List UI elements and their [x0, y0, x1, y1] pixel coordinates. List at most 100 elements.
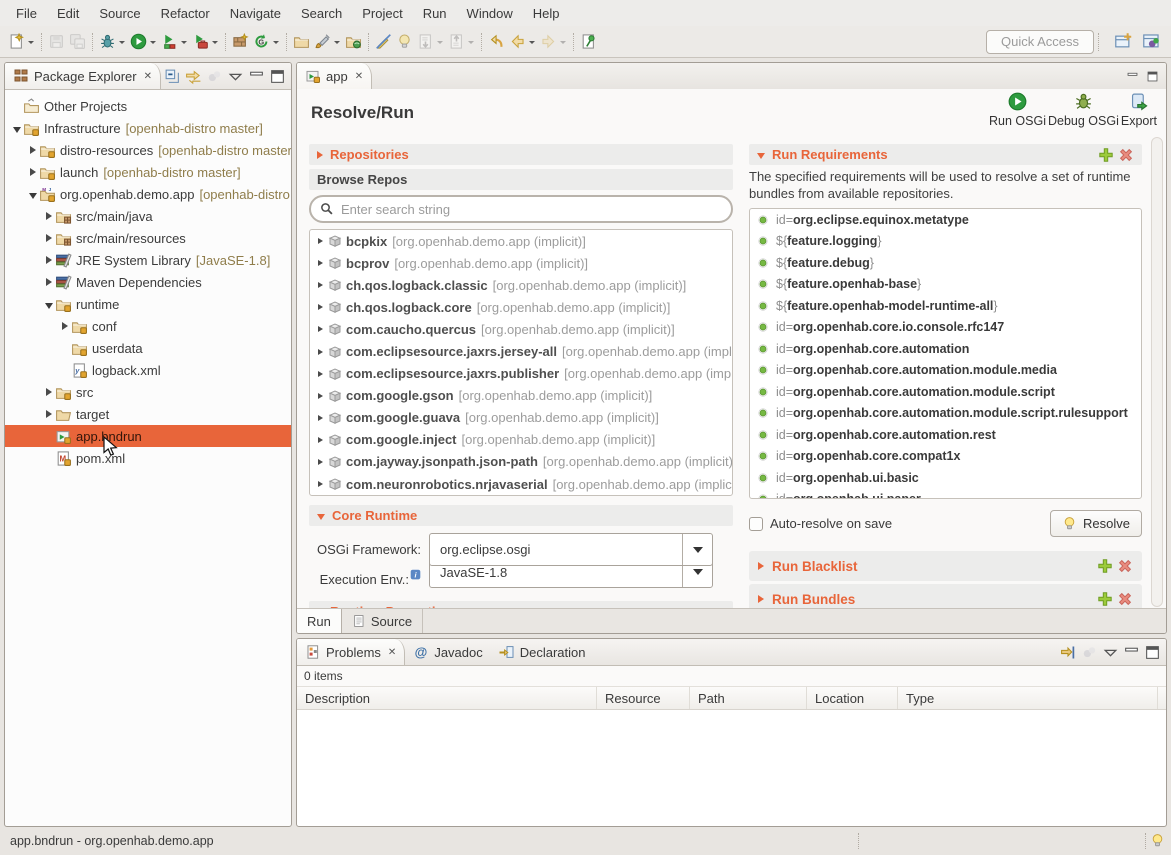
dropdown-arrow-icon[interactable] [119, 41, 125, 47]
dropdown-arrow-icon[interactable] [150, 41, 156, 47]
expander-closed-icon[interactable] [315, 349, 326, 355]
maximize-icon[interactable] [1144, 644, 1161, 661]
debug-osgi-button[interactable]: Debug OSGi [1047, 92, 1120, 128]
coverage-button[interactable] [159, 30, 190, 54]
focus-on-active-task-icon[interactable] [1081, 644, 1098, 661]
requirement-item[interactable]: id=org.eclipse.equinox.metatype [750, 209, 1141, 231]
expander-closed-icon[interactable] [315, 238, 326, 244]
expander-closed-icon[interactable] [315, 459, 326, 465]
repo-item[interactable]: com.google.gson[org.openhab.demo.app (im… [310, 385, 732, 407]
expander-closed-icon[interactable] [315, 393, 326, 399]
tree-item-conf[interactable]: conf [5, 315, 291, 337]
remove-blacklist-icon[interactable] [1117, 558, 1133, 574]
expander-closed-icon[interactable] [43, 278, 55, 286]
new-wizard-button[interactable] [6, 30, 37, 54]
debug-button[interactable] [97, 30, 128, 54]
tree-item-jre-system-library[interactable]: JRE System Library[JavaSE-1.8] [5, 249, 291, 271]
maximize-icon[interactable] [269, 68, 286, 85]
previous-annotation-button[interactable] [446, 30, 477, 54]
menu-run[interactable]: Run [413, 2, 457, 25]
expander-closed-icon[interactable] [27, 168, 39, 176]
tree-item-logback-xml[interactable]: ylogback.xml [5, 359, 291, 381]
menu-search[interactable]: Search [291, 2, 352, 25]
expander-closed-icon[interactable] [315, 371, 326, 377]
expander-closed-icon[interactable] [43, 388, 55, 396]
close-icon[interactable]: ✕ [388, 647, 396, 658]
section-core-runtime[interactable]: Core Runtime [309, 505, 733, 526]
column-path[interactable]: Path [690, 687, 807, 709]
expander-open-icon[interactable] [11, 124, 23, 133]
minimize-icon[interactable] [1125, 70, 1140, 83]
expander-closed-icon[interactable] [59, 322, 71, 330]
menu-file[interactable]: File [6, 2, 47, 25]
tree-item-app-bndrun[interactable]: app.bndrun [5, 425, 291, 447]
section-run-requirements[interactable]: Run Requirements [749, 144, 1142, 165]
tab-problems[interactable]: Problems✕ [297, 639, 405, 665]
dropdown-arrow-icon[interactable] [529, 41, 535, 47]
view-menu-icon[interactable] [227, 68, 244, 85]
add-blacklist-icon[interactable] [1097, 558, 1113, 574]
open-task-button[interactable] [291, 30, 312, 54]
maximize-icon[interactable] [1145, 70, 1160, 83]
vertical-scrollbar[interactable] [1151, 137, 1163, 607]
java-perspective-button[interactable] [1140, 30, 1163, 54]
tree-item-userdata[interactable]: userdata [5, 337, 291, 359]
combo-arrow[interactable] [682, 534, 712, 565]
requirement-item[interactable]: ${feature.debug} [750, 252, 1141, 274]
repo-item[interactable]: com.google.guava[org.openhab.demo.app (i… [310, 407, 732, 429]
tree-item-target[interactable]: target [5, 403, 291, 425]
dropdown-arrow-icon[interactable] [437, 41, 443, 47]
focus-on-active-task-icon[interactable] [206, 68, 223, 85]
requirement-item[interactable]: ${feature.openhab-base} [750, 274, 1141, 296]
requirement-item[interactable]: ${feature.logging} [750, 231, 1141, 253]
tree-item-other-projects[interactable]: Other Projects [5, 95, 291, 117]
expander-closed-icon[interactable] [43, 256, 55, 264]
repo-item[interactable]: com.neuronrobotics.nrjavaserial[org.open… [310, 473, 732, 495]
open-perspective-button[interactable] [1112, 30, 1135, 54]
expander-closed-icon[interactable] [43, 212, 55, 220]
expander-closed-icon[interactable] [315, 481, 326, 487]
requirement-item[interactable]: id=org.openhab.core.automation [750, 338, 1141, 360]
add-bundle-icon[interactable] [1097, 591, 1113, 607]
section-run-blacklist[interactable]: Run Blacklist [749, 551, 1142, 581]
dropdown-arrow-icon[interactable] [273, 41, 279, 47]
last-edit-location-button[interactable] [486, 30, 507, 54]
menu-navigate[interactable]: Navigate [220, 2, 291, 25]
minimize-icon[interactable] [1123, 644, 1140, 661]
view-menu-icon[interactable] [1102, 644, 1119, 661]
expander-closed-icon[interactable] [315, 304, 326, 310]
pin-editor-button[interactable] [578, 30, 599, 54]
filter-icon[interactable] [1060, 644, 1077, 661]
tree-item-distro-resources[interactable]: distro-resources[openhab-distro master] [5, 139, 291, 161]
expander-closed-icon[interactable] [43, 234, 55, 242]
expander-closed-icon[interactable] [315, 260, 326, 266]
expander-open-icon[interactable] [43, 300, 55, 309]
save-button[interactable] [46, 30, 67, 54]
dropdown-arrow-icon[interactable] [212, 41, 218, 47]
close-icon[interactable]: ✕ [355, 71, 363, 82]
tab-run[interactable]: Run [297, 609, 342, 633]
dropdown-arrow-icon[interactable] [334, 41, 340, 47]
requirement-item[interactable]: ${feature.openhab-model-runtime-all} [750, 295, 1141, 317]
requirement-item[interactable]: id=org.openhab.core.automation.module.me… [750, 360, 1141, 382]
run-button[interactable] [128, 30, 159, 54]
requirement-item[interactable]: id=org.openhab.core.io.console.rfc147 [750, 317, 1141, 339]
forward-history-button[interactable] [538, 30, 569, 54]
repo-item[interactable]: com.google.inject[org.openhab.demo.app (… [310, 429, 732, 451]
requirement-item[interactable]: id=org.openhab.ui.basic [750, 467, 1141, 489]
repo-item[interactable]: ch.qos.logback.core[org.openhab.demo.app… [310, 296, 732, 318]
quick-fix-bulb-button[interactable] [394, 30, 415, 54]
dropdown-arrow-icon[interactable] [28, 41, 34, 47]
menu-source[interactable]: Source [89, 2, 150, 25]
add-requirement-icon[interactable] [1098, 147, 1114, 163]
mark-occurrences-button[interactable] [373, 30, 394, 54]
next-annotation-button[interactable] [415, 30, 446, 54]
remove-requirement-icon[interactable] [1118, 147, 1134, 163]
link-with-editor-icon[interactable] [185, 68, 202, 85]
menu-refactor[interactable]: Refactor [151, 2, 220, 25]
osgi-framework-combo[interactable]: org.eclipse.osgi [429, 533, 713, 566]
expander-closed-icon[interactable] [315, 415, 326, 421]
open-resource-button[interactable] [343, 30, 364, 54]
repo-item[interactable]: com.eclipsesource.jaxrs.publisher[org.op… [310, 363, 732, 385]
profile-button[interactable] [190, 30, 221, 54]
